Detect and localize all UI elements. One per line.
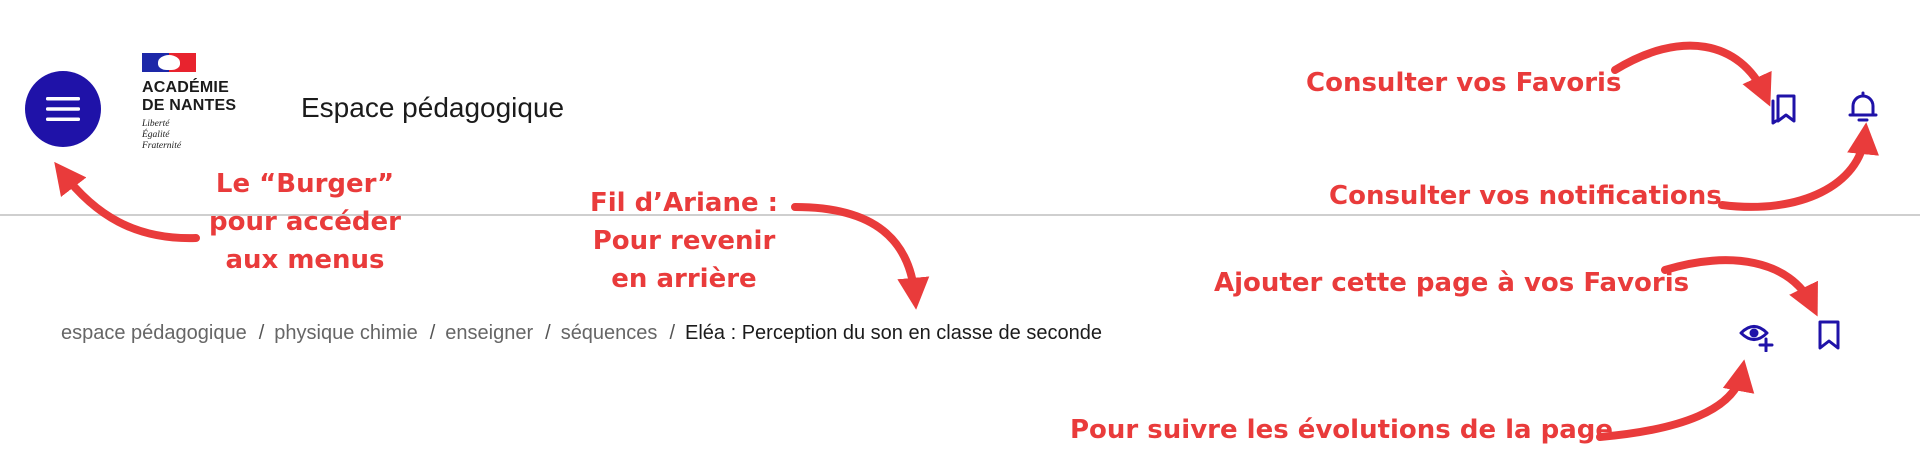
- arrow-to-follow: [1596, 359, 1755, 441]
- arrow-to-bookmark: [1661, 256, 1818, 317]
- arrow-to-favorites: [1611, 41, 1772, 107]
- arrow-to-burger: [54, 161, 200, 243]
- annotation-arrows: [54, 41, 1879, 441]
- arrow-to-breadcrumb: [791, 203, 930, 310]
- arrow-to-notifications: [1718, 122, 1879, 211]
